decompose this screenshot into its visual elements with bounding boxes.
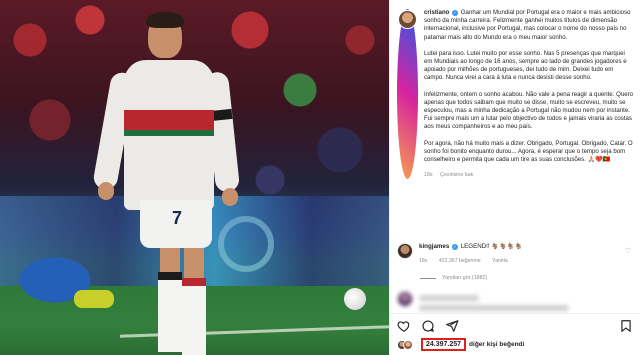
caption-paragraph-2: Lutei para isso. Lutei muito por esse so… xyxy=(424,49,627,82)
player-hair xyxy=(146,12,184,28)
player-hand-left xyxy=(98,182,114,200)
translate-link[interactable]: Çevirisine bak xyxy=(440,172,473,178)
player-sock-right xyxy=(182,278,206,355)
commenter-avatar[interactable] xyxy=(397,291,413,307)
blurred-username xyxy=(419,295,479,301)
comment-like-heart-icon[interactable]: ♡ xyxy=(625,247,631,255)
author-avatar-image xyxy=(398,10,417,29)
caption-paragraph-3: Infelizmente, ontem o sonho acabou. Não … xyxy=(424,90,634,131)
shirt-stripe xyxy=(124,110,214,130)
comment-meta: 18s 422.367 beğenme Yanıtla xyxy=(419,257,635,265)
post-actions-bar: 24.397.257 diğer kişi beğendi xyxy=(390,313,640,355)
comment-item: kingjames ✓ LEGEND!! 🐐🐐🐐🐐 18s 422.367 be… xyxy=(397,243,635,265)
player-sock-left xyxy=(158,272,182,352)
post-photo[interactable]: 7 xyxy=(0,0,389,355)
replies-dash xyxy=(420,277,436,279)
liker-avatar xyxy=(403,339,413,350)
caption-body: cristiano ✓ Ganhar um Mundial por Portug… xyxy=(424,9,635,179)
commenter-username[interactable]: kingjames xyxy=(419,243,449,250)
football xyxy=(344,288,366,310)
verified-badge-icon: ✓ xyxy=(452,10,459,16)
view-replies-label: Yanıtları gör (1882) xyxy=(442,275,488,281)
caption-meta: 18s Çevirisine bak xyxy=(424,171,635,179)
caption-time: 18s xyxy=(424,172,433,179)
likes-summary[interactable]: 24.397.257 diğer kişi beğendi xyxy=(397,338,524,351)
paper-plane-icon[interactable] xyxy=(445,319,459,333)
caption: cristiano ✓ Ganhar um Mundial por Portug… xyxy=(397,9,635,180)
comment-likes[interactable]: 422.367 beğenme xyxy=(439,258,481,264)
reply-link[interactable]: Yanıtla xyxy=(492,258,508,264)
comment-item-blurred xyxy=(397,291,635,311)
commenter-avatar[interactable] xyxy=(397,243,413,259)
author-username[interactable]: cristiano xyxy=(424,9,449,16)
comment-body: kingjames ✓ LEGEND!! 🐐🐐🐐🐐 18s 422.367 be… xyxy=(419,243,635,265)
shirt-stripe-green xyxy=(124,130,214,136)
post-side-panel: cristiano ✓ Ganhar um Mundial por Portug… xyxy=(389,0,640,355)
view-replies-link[interactable]: Yanıtları gör (1882) xyxy=(420,275,487,281)
instagram-post-viewer: 7 cristiano ✓ Ganhar um Mundial por Port… xyxy=(0,0,640,355)
jersey-number: 7 xyxy=(172,208,183,228)
player-figure: 7 xyxy=(91,10,241,355)
player-hand-right xyxy=(222,188,238,206)
likes-count: 24.397.257 xyxy=(421,338,467,351)
likes-suffix: diğer kişi beğendi xyxy=(469,341,525,348)
bookmark-icon[interactable] xyxy=(619,319,633,333)
blurred-comment-body xyxy=(413,291,635,311)
caption-paragraph-4: Por agora, não há muito mais a dizer. Ob… xyxy=(424,139,633,164)
comment-icon[interactable] xyxy=(421,319,435,333)
liker-avatars xyxy=(397,339,413,350)
comment-text: LEGEND!! 🐐🐐🐐🐐 xyxy=(460,243,523,250)
comment-time: 18s xyxy=(419,258,428,264)
blurred-text xyxy=(419,305,569,311)
action-icons xyxy=(397,319,459,333)
verified-badge-icon: ✓ xyxy=(452,244,458,250)
comments-scroll-area[interactable]: cristiano ✓ Ganhar um Mundial por Portug… xyxy=(390,0,640,313)
author-avatar[interactable] xyxy=(397,9,418,180)
heart-icon[interactable] xyxy=(397,319,411,333)
